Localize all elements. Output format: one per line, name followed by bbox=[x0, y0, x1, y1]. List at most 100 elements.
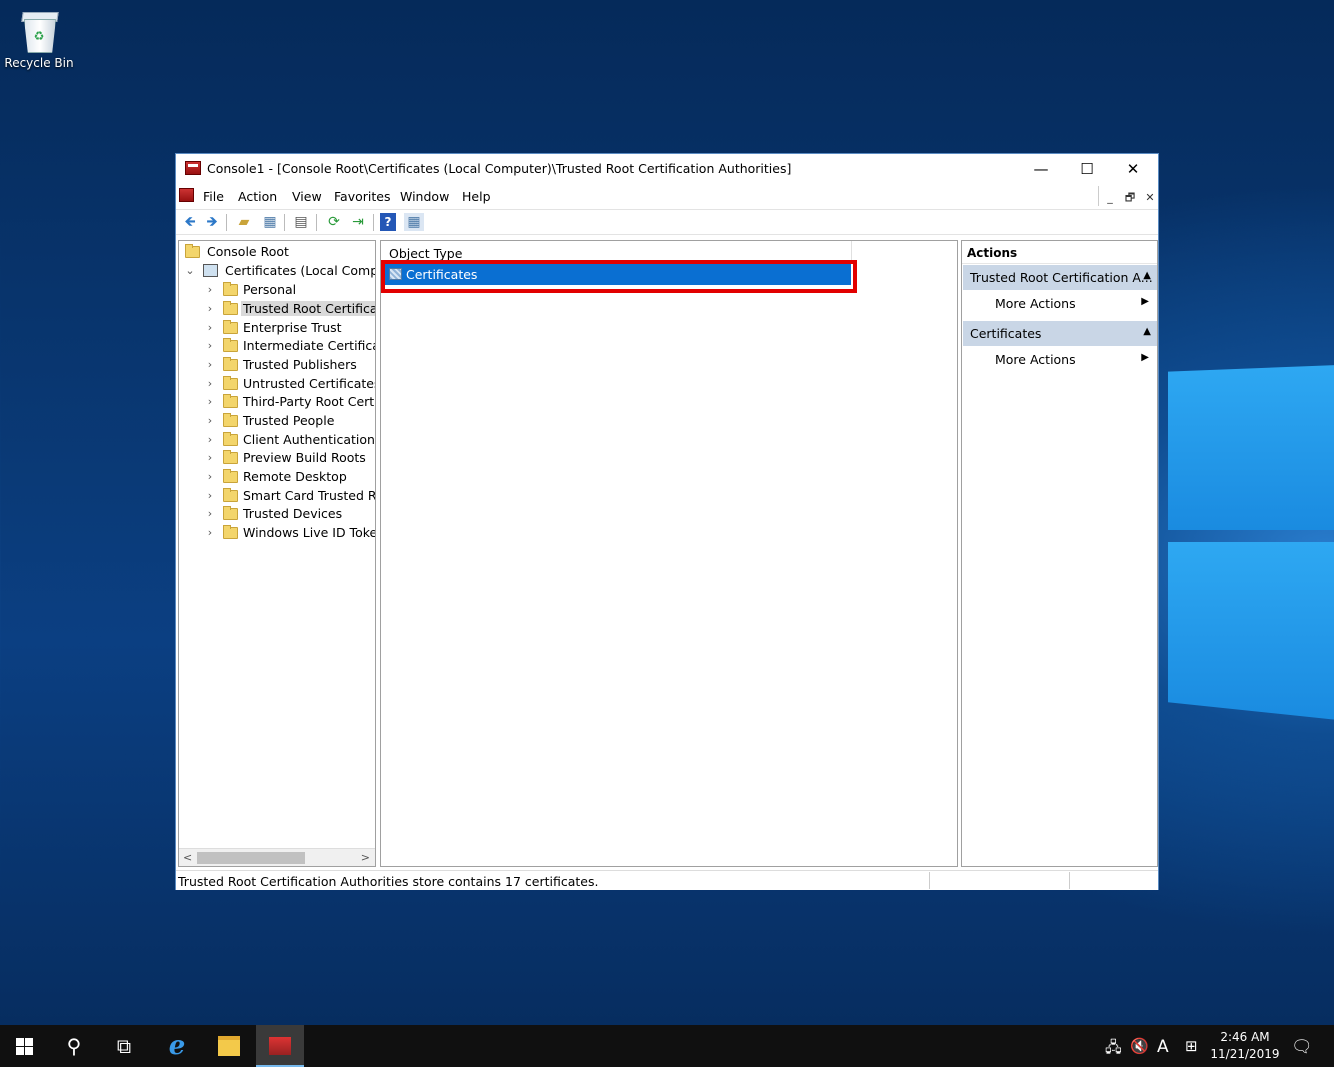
folder-icon bbox=[223, 320, 238, 334]
chevron-right-icon[interactable]: › bbox=[205, 449, 215, 467]
menu-view[interactable]: View bbox=[292, 189, 322, 204]
actions-section-trusted-root[interactable]: Trusted Root Certification A... ▲ bbox=[963, 265, 1157, 290]
scroll-left-icon[interactable]: < bbox=[183, 849, 192, 866]
chevron-right-icon[interactable]: › bbox=[205, 375, 215, 393]
chevron-down-icon[interactable]: ⌄ bbox=[185, 262, 195, 280]
more-actions-item[interactable]: More Actions ▶ bbox=[963, 347, 1157, 371]
folder-icon bbox=[223, 450, 238, 464]
taskbar: ⚲ ⧉ e 🖧 🔇 A ⊞ 2:46 AM 11/21/2019 🗨 bbox=[0, 1025, 1334, 1067]
tree-node-console-root[interactable]: Console Root bbox=[183, 243, 291, 261]
recycle-bin-icon: ♻ bbox=[20, 8, 59, 54]
collapse-up-icon[interactable]: ▲ bbox=[1143, 270, 1151, 281]
mdi-close-icon[interactable]: ✕ bbox=[1141, 189, 1159, 207]
close-icon: ✕ bbox=[1126, 160, 1140, 178]
network-icon[interactable]: 🖧 bbox=[1105, 1037, 1122, 1062]
scrollbar-thumb[interactable] bbox=[197, 852, 305, 864]
tree-node-store[interactable]: › Intermediate Certification Authorities bbox=[203, 337, 375, 355]
chevron-right-icon[interactable]: › bbox=[205, 356, 215, 374]
start-button[interactable] bbox=[0, 1025, 48, 1067]
submenu-arrow-icon: ▶ bbox=[1141, 352, 1149, 363]
input-indicator[interactable]: A bbox=[1157, 1037, 1169, 1057]
recycle-bin-shortcut[interactable]: ♻ Recycle Bin bbox=[4, 8, 74, 70]
tree-node-store-selected[interactable]: › Trusted Root Certification Authorities bbox=[203, 300, 375, 318]
up-one-level-icon[interactable]: ▰ bbox=[234, 213, 254, 231]
forward-arrow-icon[interactable]: 🡺 bbox=[202, 213, 222, 231]
export-icon[interactable]: ⇥ bbox=[348, 213, 368, 231]
console-menu-icon[interactable] bbox=[179, 188, 194, 202]
chevron-right-icon[interactable]: › bbox=[205, 319, 215, 337]
internet-explorer-button[interactable]: e bbox=[153, 1025, 201, 1067]
close-button[interactable]: ✕ bbox=[1110, 154, 1156, 184]
help-icon[interactable]: ? bbox=[380, 213, 396, 231]
chevron-right-icon[interactable]: › bbox=[205, 487, 215, 505]
actions-section-certificates[interactable]: Certificates ▲ bbox=[963, 321, 1157, 346]
system-clock[interactable]: 2:46 AM 11/21/2019 bbox=[1208, 1029, 1282, 1063]
tree-node-store[interactable]: › Windows Live ID Token Issuer bbox=[203, 524, 375, 542]
back-arrow-icon[interactable]: 🡸 bbox=[180, 213, 200, 231]
mdi-restore-icon[interactable]: 🗗 bbox=[1121, 189, 1139, 207]
actions-section-title: Trusted Root Certification A... bbox=[970, 270, 1153, 285]
show-hide-action-pane-icon[interactable]: ▦ bbox=[404, 213, 424, 231]
export-list-icon[interactable]: ▤ bbox=[291, 213, 311, 231]
ime-icon[interactable]: ⊞ bbox=[1185, 1037, 1198, 1055]
tree-horizontal-scrollbar[interactable]: < > bbox=[179, 848, 375, 866]
refresh-icon[interactable]: ⟳ bbox=[324, 213, 344, 231]
more-actions-item[interactable]: More Actions ▶ bbox=[963, 291, 1157, 315]
mmc-app-icon[interactable] bbox=[185, 161, 201, 175]
tree-node-store[interactable]: › Personal bbox=[203, 281, 298, 299]
chevron-right-icon[interactable]: › bbox=[205, 524, 215, 542]
volume-muted-icon[interactable]: 🔇 bbox=[1130, 1037, 1149, 1055]
tree-node-label: Windows Live ID Token Issuer bbox=[243, 525, 375, 540]
folder-icon bbox=[223, 376, 238, 390]
minimize-button[interactable]: — bbox=[1018, 154, 1064, 184]
column-header-label: Object Type bbox=[389, 246, 463, 261]
tree-node-store[interactable]: › Enterprise Trust bbox=[203, 319, 344, 337]
windows-start-icon bbox=[16, 1038, 33, 1055]
notifications-icon[interactable]: 🗨 bbox=[1291, 1037, 1313, 1057]
tree-node-store[interactable]: › Third-Party Root Certification Authori… bbox=[203, 393, 375, 411]
scroll-right-icon[interactable]: > bbox=[361, 849, 370, 866]
tree-node-store[interactable]: › Trusted Devices bbox=[203, 505, 344, 523]
maximize-button[interactable]: ☐ bbox=[1064, 154, 1110, 184]
tree-node-store[interactable]: › Untrusted Certificates bbox=[203, 375, 376, 393]
chevron-right-icon[interactable]: › bbox=[205, 300, 215, 318]
mdi-minimize-icon[interactable]: _ bbox=[1101, 189, 1119, 207]
menu-action[interactable]: Action bbox=[238, 189, 277, 204]
chevron-right-icon[interactable]: › bbox=[205, 468, 215, 486]
console-tree: Console Root ⌄ Certificates (Local Compu… bbox=[178, 240, 376, 867]
search-button[interactable]: ⚲ bbox=[50, 1025, 98, 1067]
show-hide-console-tree-icon[interactable]: ▦ bbox=[260, 213, 280, 231]
file-explorer-button[interactable] bbox=[205, 1025, 253, 1067]
task-view-button[interactable]: ⧉ bbox=[100, 1025, 148, 1067]
clock-time: 2:46 AM bbox=[1220, 1030, 1270, 1044]
tree-node-store[interactable]: › Trusted Publishers bbox=[203, 356, 359, 374]
menu-file[interactable]: File bbox=[203, 189, 224, 204]
actions-header: Actions bbox=[962, 241, 1157, 264]
tree-node-local-computer[interactable]: ⌄ Certificates (Local Computer) bbox=[183, 262, 375, 280]
mmc-taskbar-button[interactable] bbox=[256, 1025, 304, 1067]
tree-node-store[interactable]: › Smart Card Trusted Roots bbox=[203, 487, 375, 505]
chevron-right-icon[interactable]: › bbox=[205, 393, 215, 411]
tree-node-store[interactable]: › Trusted People bbox=[203, 412, 336, 430]
chevron-right-icon[interactable]: › bbox=[205, 337, 215, 355]
tree-node-store[interactable]: › Client Authentication Issuers bbox=[203, 431, 375, 449]
mmc-window: Console1 - [Console Root\Certificates (L… bbox=[175, 153, 1159, 890]
chevron-right-icon[interactable]: › bbox=[205, 505, 215, 523]
menu-favorites[interactable]: Favorites bbox=[334, 189, 390, 204]
menu-bar: File Action View Favorites Window Help _… bbox=[176, 184, 1158, 208]
list-item-certificates[interactable]: Certificates bbox=[385, 264, 851, 285]
tree-node-store[interactable]: › Remote Desktop bbox=[203, 468, 349, 486]
menu-window[interactable]: Window bbox=[400, 189, 449, 204]
tree-node-label: Trusted Devices bbox=[243, 506, 343, 521]
tree-node-store[interactable]: › Preview Build Roots bbox=[203, 449, 368, 467]
title-bar[interactable]: Console1 - [Console Root\Certificates (L… bbox=[176, 154, 1158, 184]
status-divider bbox=[1069, 872, 1070, 889]
menu-help[interactable]: Help bbox=[462, 189, 491, 204]
chevron-right-icon[interactable]: › bbox=[205, 281, 215, 299]
chevron-right-icon[interactable]: › bbox=[205, 412, 215, 430]
folder-icon bbox=[223, 357, 238, 371]
chevron-right-icon[interactable]: › bbox=[205, 431, 215, 449]
tree-node-label: Untrusted Certificates bbox=[243, 376, 376, 391]
folder-icon bbox=[223, 301, 238, 315]
collapse-up-icon[interactable]: ▲ bbox=[1143, 326, 1151, 337]
